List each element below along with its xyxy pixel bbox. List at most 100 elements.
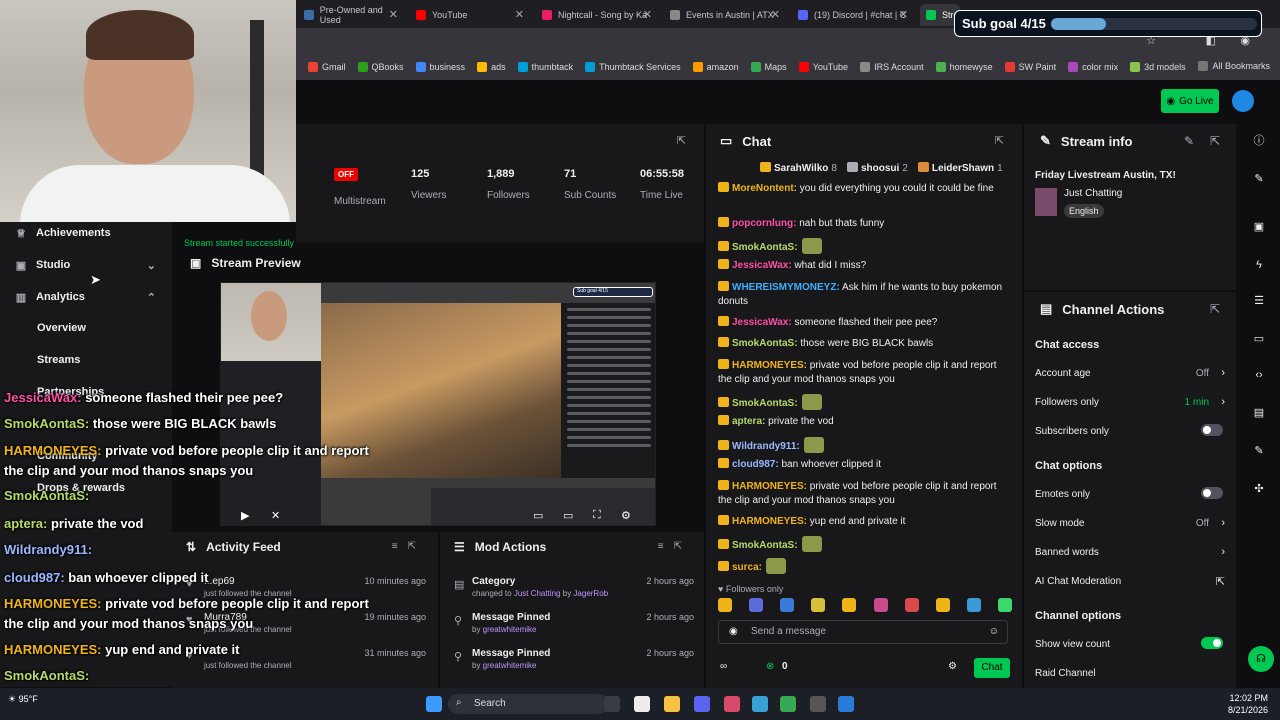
lightning-icon[interactable]: ϟ bbox=[1250, 256, 1268, 274]
chat-message[interactable]: MoreNontent: you did everything you coul… bbox=[718, 182, 1010, 196]
chat-message[interactable]: popcornlung: nah but thats funny bbox=[718, 217, 1010, 231]
obs-icon[interactable] bbox=[810, 696, 826, 712]
app-icon[interactable] bbox=[838, 696, 854, 712]
windows-start-icon[interactable] bbox=[426, 696, 442, 712]
weather-widget[interactable]: ☀ 95°F bbox=[8, 694, 38, 704]
edit-icon[interactable]: ✎ bbox=[1250, 170, 1268, 188]
popout-icon[interactable]: ⇱ bbox=[1210, 134, 1220, 148]
browser-tab[interactable]: Pre-Owned and Used ✕ bbox=[298, 4, 404, 26]
emote-icon[interactable] bbox=[935, 598, 950, 612]
go-live-button[interactable]: ◉ Go Live bbox=[1161, 89, 1219, 113]
bookmark[interactable]: Maps bbox=[750, 62, 787, 72]
panel-actions[interactable]: ≡⇱ bbox=[658, 541, 692, 552]
storage-icon[interactable]: ▤ bbox=[1250, 404, 1268, 422]
bookmark[interactable]: business bbox=[415, 62, 465, 72]
browser-tab[interactable]: YouTube ✕ bbox=[410, 4, 530, 26]
browser-tab[interactable]: Nightcall - Song by Ka ✕ bbox=[536, 4, 658, 26]
bookmark[interactable]: ads bbox=[477, 62, 506, 72]
popout-icon[interactable]: ⇱ bbox=[995, 134, 1004, 147]
emote-icon[interactable] bbox=[997, 598, 1012, 612]
popout-icon[interactable]: ⇱ bbox=[677, 134, 686, 147]
bookmark[interactable]: amazon bbox=[692, 62, 739, 72]
slow-mode-setting[interactable]: Slow mode Off › bbox=[1035, 517, 1225, 529]
code-icon[interactable]: ‹› bbox=[1250, 366, 1268, 384]
emote-icon[interactable] bbox=[904, 598, 919, 612]
popout-icon[interactable]: ⇱ bbox=[1210, 302, 1220, 316]
task-view-icon[interactable] bbox=[604, 696, 620, 712]
emote-icon[interactable] bbox=[749, 598, 764, 612]
emotes-only-toggle[interactable] bbox=[1201, 487, 1223, 499]
chat-message[interactable]: surca: bbox=[718, 558, 1010, 575]
sidebar-item-analytics[interactable]: ▥ Analytics ⌃ bbox=[0, 283, 172, 311]
close-tab-icon[interactable]: ✕ bbox=[899, 8, 908, 21]
browser-tab[interactable]: Events in Austin | ATX ✕ bbox=[664, 4, 786, 26]
multistream-label[interactable]: Multistream bbox=[334, 196, 386, 207]
info-icon[interactable]: ⓘ bbox=[1250, 132, 1268, 150]
chat-message[interactable]: SmokAontaS: bbox=[718, 394, 1010, 411]
notepad-icon[interactable] bbox=[634, 696, 650, 712]
emote-icon[interactable] bbox=[873, 598, 888, 612]
clip-icon[interactable]: ▣ bbox=[1250, 218, 1268, 236]
bookmark[interactable]: homewyse bbox=[935, 62, 993, 72]
close-tab-icon[interactable]: ✕ bbox=[643, 8, 652, 21]
leaderboard-entry[interactable]: LeiderShawn 1 bbox=[917, 162, 1003, 174]
chat-message[interactable]: SmokAontaS: those were BIG BLACK bawls bbox=[718, 337, 1010, 351]
emote-icon[interactable] bbox=[966, 598, 981, 612]
app-icon[interactable] bbox=[752, 696, 768, 712]
file-explorer-icon[interactable] bbox=[664, 696, 680, 712]
chat-message[interactable]: HARMONEYES: private vod before people cl… bbox=[718, 480, 1010, 508]
followers-only-setting[interactable]: Followers only 1 min › bbox=[1035, 396, 1225, 408]
show-view-count-toggle[interactable] bbox=[1201, 637, 1223, 649]
chat-message[interactable]: SmokAontaS: bbox=[718, 536, 1010, 553]
emote-icon[interactable] bbox=[780, 598, 795, 612]
emoji-icon[interactable]: ☺ bbox=[989, 626, 999, 637]
leaderboard-entry[interactable]: SarahWilko 8 bbox=[760, 162, 837, 174]
wrench-icon[interactable]: ✎ bbox=[1250, 442, 1268, 460]
sidebar-item-studio[interactable]: ▣ Studio ⌄ bbox=[0, 251, 172, 279]
account-age-setting[interactable]: Account age Off › bbox=[1035, 367, 1225, 379]
raid-channel-setting[interactable]: Raid Channel bbox=[1035, 668, 1225, 679]
bookmark[interactable]: Gmail bbox=[308, 62, 346, 72]
subscribers-only-toggle[interactable] bbox=[1201, 424, 1223, 436]
chat-message[interactable]: aptera: private the vod bbox=[718, 415, 1010, 429]
chat-message[interactable]: JessicaWax: what did I miss? bbox=[718, 259, 1010, 273]
discord-icon[interactable] bbox=[694, 696, 710, 712]
bookmark[interactable]: Thumbtack Services bbox=[585, 62, 681, 72]
close-tab-icon[interactable]: ✕ bbox=[515, 8, 524, 21]
gear-icon[interactable]: ⚙ bbox=[948, 661, 957, 672]
list-icon[interactable]: ☰ bbox=[1250, 292, 1268, 310]
bookmark[interactable]: color mix bbox=[1068, 62, 1118, 72]
chrome-icon[interactable] bbox=[780, 696, 796, 712]
chat-send-button[interactable]: Chat bbox=[974, 658, 1010, 678]
message-icon[interactable]: ▭ bbox=[1250, 330, 1268, 348]
sidebar-subitem-overview[interactable]: Overview bbox=[37, 322, 86, 334]
banned-words-setting[interactable]: Banned words › bbox=[1035, 546, 1225, 558]
bookmark[interactable]: thumbtack bbox=[517, 62, 573, 72]
app-icon[interactable] bbox=[724, 696, 740, 712]
chat-input[interactable]: ◉ Send a message ☺ bbox=[718, 620, 1008, 644]
language-tag[interactable]: English bbox=[1064, 204, 1104, 218]
bookmark[interactable]: IRS Account bbox=[860, 62, 924, 72]
avatar[interactable] bbox=[1232, 90, 1254, 112]
channel-points-icon[interactable]: ∞ bbox=[720, 661, 727, 672]
chat-message[interactable]: HARMONEYES: private vod before people cl… bbox=[718, 359, 1010, 387]
theater-icon[interactable]: ▭ bbox=[563, 509, 573, 522]
bookmark[interactable]: SW Paint bbox=[1004, 62, 1056, 72]
extensions-icon[interactable]: ✣ bbox=[1250, 480, 1268, 498]
edit-icon[interactable]: ✎ bbox=[1184, 134, 1194, 148]
captions-icon[interactable]: ▭ bbox=[533, 509, 543, 522]
close-tab-icon[interactable]: ✕ bbox=[771, 8, 780, 21]
category-name[interactable]: Just Chatting bbox=[1064, 188, 1122, 199]
emote-icon[interactable] bbox=[842, 598, 857, 612]
sidebar-subitem-streams[interactable]: Streams bbox=[37, 354, 80, 366]
taskbar-search[interactable]: ⌕ Search bbox=[448, 694, 608, 714]
bookmark[interactable]: 3d models bbox=[1130, 62, 1186, 72]
chat-message[interactable]: HARMONEYES: yup end and private it bbox=[718, 515, 1010, 529]
chat-message[interactable]: JessicaWax: someone flashed their pee pe… bbox=[718, 316, 1010, 330]
ai-moderation-setting[interactable]: AI Chat Moderation ⇱ bbox=[1035, 576, 1225, 588]
gear-icon[interactable]: ⚙ bbox=[621, 509, 631, 522]
bookmark[interactable]: YouTube bbox=[798, 62, 848, 72]
emote-icon[interactable] bbox=[811, 598, 826, 612]
chat-message[interactable]: SmokAontaS: bbox=[718, 238, 1010, 255]
fullscreen-icon[interactable]: ⛶ bbox=[593, 509, 601, 522]
